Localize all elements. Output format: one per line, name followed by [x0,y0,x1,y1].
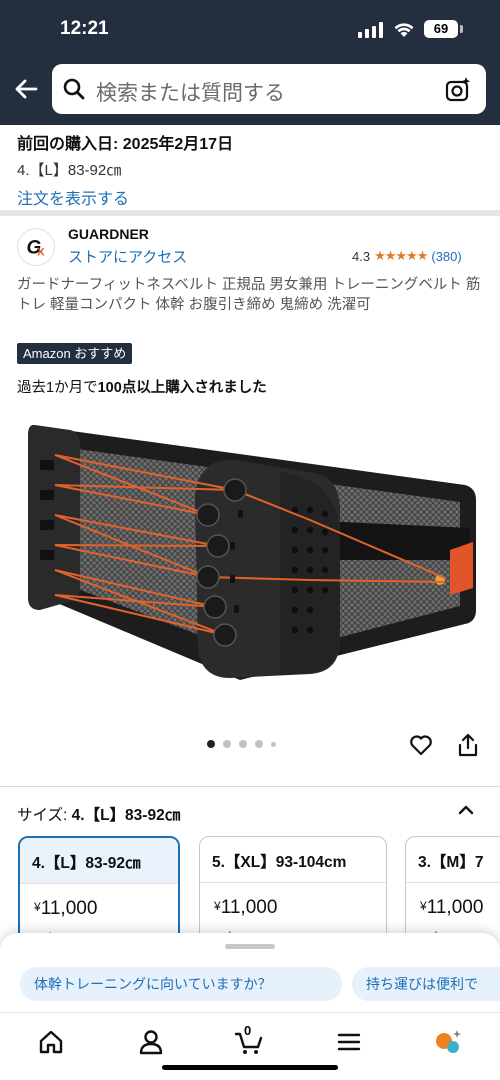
sheet-grab-handle[interactable] [225,944,275,949]
purchase-count-note: 過去1か月で100点以上購入されました [17,376,267,397]
rating-stars-icon: ★★★★★ [374,248,428,263]
previous-purchase-date: 前回の購入日: 2025年2月17日 [17,136,234,153]
status-bar: 12:21 69 [0,0,500,60]
status-time: 12:21 [60,18,109,39]
size-selected-value: 4.【L】83-92㎝ [71,807,181,824]
brand-name: GUARDNER [68,226,149,242]
suggested-question-chip[interactable]: 持ち運びは便利で [352,967,500,1001]
size-label-text: サイズ: [17,807,68,824]
search-icon [63,78,85,100]
camera-search-icon[interactable] [444,76,472,104]
carousel-dot[interactable] [271,741,276,747]
suggested-question-chip[interactable]: 体幹トレーニングに向いていますか？ [20,967,342,1001]
size-option-price: ¥11,000 [214,897,277,919]
chevron-up-icon[interactable] [456,800,476,820]
brand-logo[interactable]: G X [17,228,55,266]
battery-tip [460,25,463,33]
share-icon[interactable] [456,732,480,758]
bottom-sheet: 体幹トレーニングに向いていますか？ 持ち運びは便利で 0 [0,933,500,1080]
svg-text:X: X [37,247,45,259]
carousel-dot[interactable] [239,740,247,748]
price-value: 11,000 [40,898,98,919]
yen-symbol: ¥ [34,900,41,914]
carousel-dot-active[interactable] [207,740,215,748]
rating-value: 4.3 [352,248,371,264]
back-arrow-icon[interactable] [10,72,44,106]
price-value: 11,000 [220,897,278,918]
product-title: ガードナーフィットネスベルト 正規品 男女兼用 トレーニングベルト 筋トレ 軽量… [17,277,481,313]
yen-symbol: ¥ [214,899,221,913]
purchase-count-bold: 100点以上購入されました [97,380,267,396]
product-image[interactable] [10,410,490,710]
home-icon[interactable] [36,1027,66,1057]
header: 12:21 69 検索または質問する [0,0,500,125]
cart-button[interactable]: 0 [234,1023,264,1057]
carousel-dot[interactable] [255,740,263,748]
account-icon[interactable] [136,1027,166,1057]
cart-count: 0 [244,1023,252,1038]
image-carousel-dots[interactable] [207,740,276,748]
size-option-label: 4.【L】83-92㎝ [20,838,178,884]
cellular-signal-icon [358,22,383,38]
battery-indicator: 69 [424,20,458,38]
carousel-dot[interactable] [223,740,231,748]
wifi-icon [394,23,414,37]
view-order-link[interactable]: 注文を表示する [17,185,129,209]
heart-icon[interactable] [408,732,434,758]
size-option-price: ¥11,000 [420,897,483,919]
section-divider [0,786,500,787]
price-value: 11,000 [426,897,484,918]
size-option-label: 3.【M】7 [406,837,500,883]
app-screen: 12:21 69 検索または質問する 前回の購入日: 2025年2月17日 4.… [0,0,500,1080]
amazon-choice-badge: Amazon おすすめ [17,343,133,364]
visit-store-link[interactable]: ストアにアクセス [68,246,187,267]
purchase-count-prefix: 過去1か月で [17,380,98,396]
product-rating[interactable]: 4.3 ★★★★★ (380) [352,248,462,264]
size-option-price: ¥11,000 [34,898,97,920]
previous-purchase: 前回の購入日: 2025年2月17日 4.【L】83-92㎝ 注文を表示する [17,130,487,209]
menu-icon[interactable] [334,1027,364,1057]
rufus-assistant-icon[interactable] [433,1027,463,1057]
rating-count[interactable]: (380) [431,249,461,264]
search-input[interactable]: 検索または質問する [52,64,486,114]
search-placeholder: 検索または質問する [96,82,285,105]
size-selector-label: サイズ: 4.【L】83-92㎝ [17,803,180,825]
size-option-label: 5.【XL】93-104cm [200,837,386,883]
home-indicator [162,1065,338,1070]
yen-symbol: ¥ [420,899,427,913]
previous-purchase-item: 4.【L】83-92㎝ [17,162,122,179]
section-divider [0,210,500,216]
